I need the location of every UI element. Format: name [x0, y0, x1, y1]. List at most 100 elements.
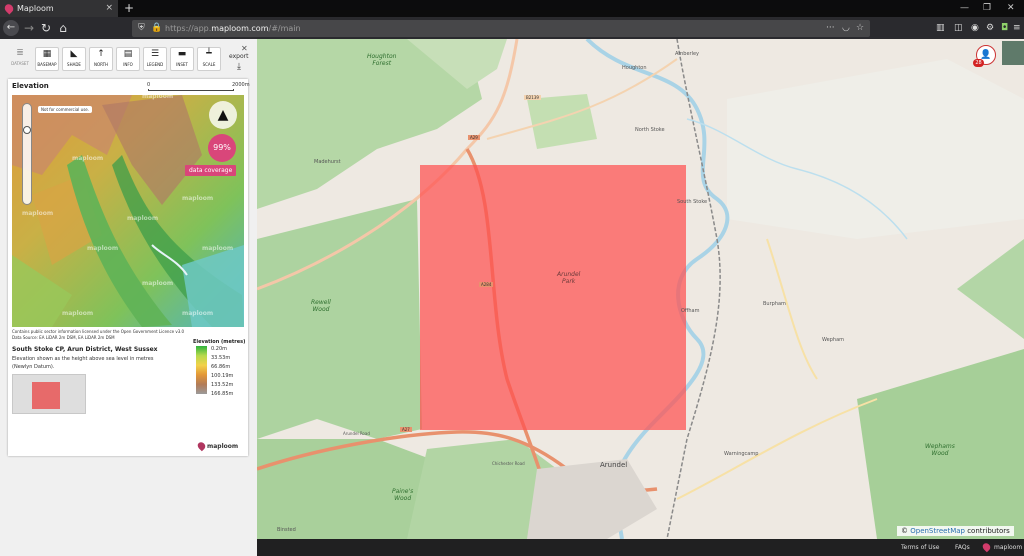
sidebar-icon[interactable]: ◫: [954, 20, 963, 36]
layers-thumbnail[interactable]: [1002, 41, 1024, 65]
scale-button[interactable]: ┷ SCALE: [197, 47, 221, 71]
paines-wood-label: Paine's Wood: [392, 488, 414, 502]
info-button[interactable]: ▤ INFO: [116, 47, 140, 71]
download-icon[interactable]: ⤓: [237, 62, 241, 72]
notification-badge: 28: [973, 59, 984, 67]
shield-icon[interactable]: ⛨: [138, 20, 145, 37]
main-map[interactable]: Houghton Amberley North Stoke Madehurst …: [257, 39, 1024, 539]
place-arundel: Arundel: [600, 461, 628, 469]
place-offham: Offham: [681, 308, 700, 314]
legend-value: 100.19m: [211, 373, 234, 379]
place-burpham: Burpham: [763, 301, 786, 307]
export-close-icon[interactable]: ✕: [241, 44, 248, 53]
legend-value: 33.53m: [211, 355, 231, 361]
dataset-button[interactable]: ≣ DATASET: [8, 47, 32, 71]
scale-start: 0: [147, 82, 151, 88]
reload-icon[interactable]: ↻: [38, 19, 54, 37]
watermark: maploom: [72, 155, 104, 162]
terms-link[interactable]: Terms of Use: [901, 539, 939, 556]
tab-close-icon[interactable]: ×: [105, 0, 113, 17]
extension-icon[interactable]: ◘: [1001, 20, 1008, 36]
maploom-favicon-icon: [2, 2, 16, 15]
road-a27-label: A27: [400, 427, 412, 432]
url-text[interactable]: https://app.maploom.com/#/main: [165, 20, 301, 37]
maploom-logo-icon: [196, 440, 207, 452]
lock-icon[interactable]: 🔒: [151, 20, 162, 37]
maximize-icon[interactable]: ❐: [983, 0, 991, 17]
elevation-map[interactable]: Not for commercial use. ▲ 99% data cover…: [12, 95, 244, 327]
coverage-label: data coverage: [185, 165, 237, 176]
url-domain: maploom.com: [211, 24, 269, 33]
osm-link[interactable]: OpenStreetMap: [910, 527, 965, 535]
settings-icon[interactable]: ⚙: [986, 20, 994, 36]
basemap-label: BASEMAP: [37, 62, 57, 67]
coverage-percent: 99%: [208, 134, 236, 162]
bookmark-star-icon[interactable]: ☆: [856, 20, 864, 37]
page-actions-icon[interactable]: ···: [826, 20, 835, 37]
road-a284-label: A284: [479, 282, 494, 287]
pocket-icon[interactable]: ◡: [842, 20, 850, 37]
url-prefix: https://app.: [165, 24, 212, 33]
watermark: maploom: [142, 280, 174, 287]
info-label: INFO: [123, 62, 133, 67]
basemap-button[interactable]: ▦ BASEMAP: [35, 47, 59, 71]
scale-icon: ┷: [206, 49, 212, 59]
legend-icon: ☰: [150, 49, 160, 59]
arundel-park-label: Arundel Park: [557, 271, 581, 285]
watermark: maploom: [87, 245, 119, 252]
legend-button[interactable]: ☰ LEGEND: [143, 47, 167, 71]
footer-bar: Terms of Use FAQs maploom: [257, 539, 1024, 556]
road-b2139-label: B2139: [524, 95, 541, 100]
houghton-forest-label: Houghton Forest: [367, 53, 397, 67]
place-madehurst: Madehurst: [314, 159, 341, 165]
watermark: maploom: [182, 310, 214, 317]
attribution-prefix: ©: [901, 527, 911, 535]
scale-label: SCALE: [202, 62, 216, 67]
inset-button[interactable]: ▬ INSET: [170, 47, 194, 71]
info-icon: ▤: [123, 49, 133, 59]
legend-value: 166.85m: [211, 391, 234, 397]
minimize-icon[interactable]: —: [960, 0, 969, 17]
window-close-icon[interactable]: ✕: [1007, 0, 1015, 17]
inset-region: [32, 382, 60, 409]
inset-map: [12, 374, 86, 414]
opacity-slider[interactable]: [22, 103, 32, 205]
road-chichester-road-label: Chichester Road: [492, 461, 525, 466]
north-arrow-icon: ↑: [97, 49, 105, 59]
watermark: maploom: [22, 210, 54, 217]
account-icon[interactable]: ◉: [971, 20, 979, 36]
dataset-title: South Stoke CP, Arun District, West Suss…: [12, 346, 158, 353]
tab-title: Maploom: [17, 4, 54, 13]
place-warningcamp: Warningcamp: [724, 451, 759, 457]
faqs-link[interactable]: FAQs: [955, 539, 970, 556]
legend-value: 0.20m: [211, 346, 228, 352]
export-label[interactable]: export: [229, 53, 248, 60]
watermark: maploom: [182, 195, 214, 202]
library-icon[interactable]: ▥: [936, 20, 945, 36]
legend-label: LEGEND: [146, 62, 164, 67]
data-source-line: Data Source: EA LiDAR 2m DSM, EA LiDAR 2…: [12, 335, 115, 340]
elevation-card: Elevation 0 2000m Not for commercial use…: [8, 79, 250, 456]
browser-tab[interactable]: Maploom ×: [0, 0, 118, 17]
place-wepham: Wepham: [822, 337, 845, 343]
back-icon[interactable]: ←: [3, 20, 19, 36]
inset-icon: ▬: [177, 49, 187, 59]
shade-label: SHADE: [67, 62, 81, 67]
browser-tab-bar: Maploom × + — ❐ ✕: [0, 0, 1024, 17]
north-button[interactable]: ↑ NORTH: [89, 47, 113, 71]
url-bar[interactable]: ⛨ 🔒 https://app.maploom.com/#/main ··· ◡…: [132, 20, 870, 37]
road-arundel-road-label: Arundel Road: [343, 431, 370, 436]
map-attribution: © OpenStreetMap contributors: [897, 526, 1014, 536]
footer-logo[interactable]: maploom: [994, 539, 1022, 556]
legend-color-ramp: [196, 346, 207, 394]
selected-region-overlay[interactable]: [420, 165, 686, 430]
home-icon[interactable]: ⌂: [55, 19, 71, 37]
slider-knob[interactable]: [23, 126, 31, 134]
menu-icon[interactable]: ≡: [1013, 20, 1021, 36]
rewell-wood-label: Rewell Wood: [311, 299, 331, 313]
shade-button[interactable]: ◣ SHADE: [62, 47, 86, 71]
forward-icon[interactable]: →: [21, 19, 37, 37]
compass-icon[interactable]: ▲: [209, 101, 237, 129]
legend-title: Elevation (metres): [193, 339, 246, 345]
new-tab-button[interactable]: +: [124, 0, 134, 16]
